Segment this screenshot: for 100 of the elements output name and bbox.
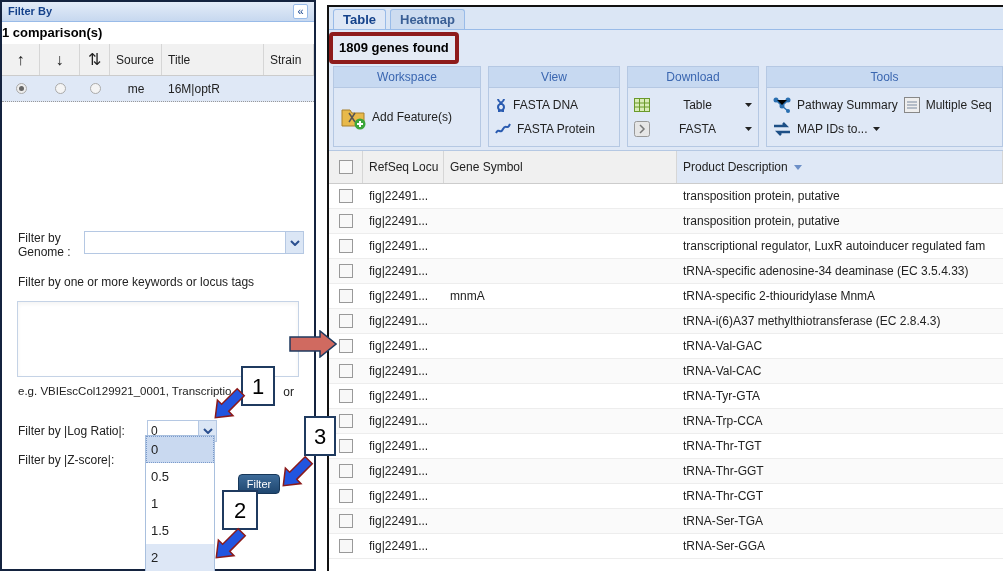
callout-label: 1 (241, 366, 275, 406)
table-cell: tRNA-Trp-CCA (683, 414, 763, 428)
wave-icon (495, 123, 511, 135)
table-cell: fig|22491... (369, 364, 429, 378)
table-cell: fig|22491... (369, 239, 429, 253)
title-cell: 16M|optR (168, 81, 220, 96)
table-cell: fig|22491... (369, 264, 429, 278)
table-cell: fig|22491... (369, 189, 429, 203)
comparison-row[interactable]: me 16M|optR (2, 76, 314, 102)
group-title: Download (666, 69, 720, 86)
checkbox[interactable] (339, 464, 353, 478)
table-cell: tRNA-Val-GAC (683, 339, 763, 353)
source-cell-text: me (127, 80, 145, 98)
table-cell: fig|22491... (369, 339, 429, 353)
checkbox[interactable] (339, 489, 353, 503)
checkbox[interactable] (339, 189, 353, 203)
table-cell: fig|22491... (369, 489, 429, 503)
checkbox[interactable] (339, 514, 353, 528)
caret-icon (745, 127, 752, 131)
comparisons-label: 1 comparison(s) (2, 24, 104, 43)
callout-label: 3 (304, 416, 336, 456)
column-header[interactable]: Title (162, 44, 264, 75)
checkbox[interactable] (339, 314, 353, 328)
hint-text: or (283, 384, 294, 401)
arrow-icon (282, 455, 314, 487)
toolbar-button[interactable]: Add Feature(s) (340, 104, 453, 130)
toolbar-button[interactable]: Table (634, 96, 752, 114)
toolbar-button[interactable]: Multiple Seq (903, 96, 992, 114)
checkbox[interactable] (339, 389, 353, 403)
table-cell: fig|22491... (369, 439, 429, 453)
toolbar-button[interactable]: FASTA DNA (495, 96, 579, 114)
dropdown-option[interactable]: 0 (146, 436, 214, 463)
caret-icon (745, 103, 752, 107)
column-header[interactable]: RefSeq Locu (363, 151, 444, 183)
radio-button[interactable] (89, 83, 101, 94)
table-cell: tRNA-Val-CAC (683, 364, 762, 378)
table-icon (634, 98, 650, 112)
hint-text: e.g. VBIEscCol129921_0001, Transcriptio (18, 384, 232, 399)
column-header[interactable]: Product Description (677, 151, 1003, 183)
table-cell: fig|22491... (369, 514, 429, 528)
table-cell: tRNA-Ser-TGA (683, 514, 763, 528)
table-cell: tRNA-Thr-TGT (683, 439, 762, 453)
field-label: Filter by one or more keywords or locus tags (17, 274, 256, 291)
checkbox[interactable] (339, 339, 353, 353)
table-cell: fig|22491... (369, 464, 429, 478)
checkbox[interactable] (339, 414, 353, 428)
group-title: View (541, 69, 567, 86)
table-cell: tRNA-specific 2-thiouridylase MnmA (683, 289, 876, 303)
arrow-box-icon (634, 121, 650, 137)
radio-button[interactable] (54, 83, 66, 94)
table-cell: transcriptional regulator, LuxR autoinducer regulated fam (683, 239, 986, 253)
field-label: Filter by Genome : (18, 231, 72, 259)
dna-icon (495, 98, 507, 112)
table-cell: fig|22491... (369, 539, 429, 553)
column-header[interactable]: ⇅ (80, 44, 110, 75)
checkbox[interactable] (339, 439, 353, 453)
table-cell: transposition protein, putative (683, 214, 840, 228)
toolbar-button[interactable]: FASTA Protein (495, 120, 595, 138)
result-count: 1809 genes found (329, 32, 459, 64)
column-header[interactable]: ↑ (2, 44, 40, 75)
toolbar-button[interactable]: MAP IDs to... (773, 120, 881, 138)
field-label: Filter by |Z-score|: (18, 452, 115, 469)
tab[interactable]: Heatmap (390, 9, 465, 29)
field-label: Filter by |Log Ratio|: (18, 423, 126, 440)
sort-arrow-icon (793, 164, 802, 170)
table-cell: fig|22491... (369, 214, 429, 228)
keyword-field[interactable] (17, 301, 299, 377)
table-cell: transposition protein, putative (683, 189, 840, 203)
callout-label: 2 (222, 490, 258, 530)
radio-button[interactable] (15, 83, 27, 94)
column-header[interactable]: ↓ (40, 44, 80, 75)
table-cell: fig|22491... (369, 414, 429, 428)
table-cell: fig|22491... (369, 314, 429, 328)
table-cell: tRNA-i(6)A37 methylthiotransferase (EC 2.8.4.3) (683, 314, 941, 328)
checkbox[interactable] (339, 289, 353, 303)
table-cell: tRNA-Tyr-GTA (683, 389, 761, 403)
table-cell: tRNA-Thr-GGT (683, 464, 764, 478)
table-cell: mnmA (450, 289, 485, 303)
checkbox[interactable] (339, 364, 353, 378)
filter-button[interactable]: Filter (238, 474, 280, 494)
caret-icon (289, 239, 300, 246)
network-icon (773, 97, 791, 113)
checkbox[interactable] (339, 239, 353, 253)
column-header[interactable]: Strain (264, 44, 314, 75)
column-header[interactable]: Source (110, 44, 162, 75)
group-title: Tools (870, 69, 899, 86)
toolbar-button[interactable]: FASTA (634, 120, 752, 138)
checkbox[interactable] (339, 214, 353, 228)
table-cell: fig|22491... (369, 289, 429, 303)
toolbar-button[interactable]: Pathway Summary (773, 96, 898, 114)
dropdown-trigger[interactable] (285, 232, 303, 253)
collapse-button[interactable]: « (293, 4, 308, 19)
checkbox[interactable] (339, 539, 353, 553)
arrow-icon (215, 527, 247, 559)
checkbox[interactable] (338, 160, 353, 174)
caret-icon (873, 127, 881, 131)
dropdown-option[interactable]: 2 (146, 544, 214, 571)
tab[interactable]: Table (333, 9, 386, 29)
table-cell: tRNA-specific adenosine-34 deaminase (EC 3.5.4.33) (683, 264, 969, 278)
checkbox[interactable] (339, 264, 353, 278)
